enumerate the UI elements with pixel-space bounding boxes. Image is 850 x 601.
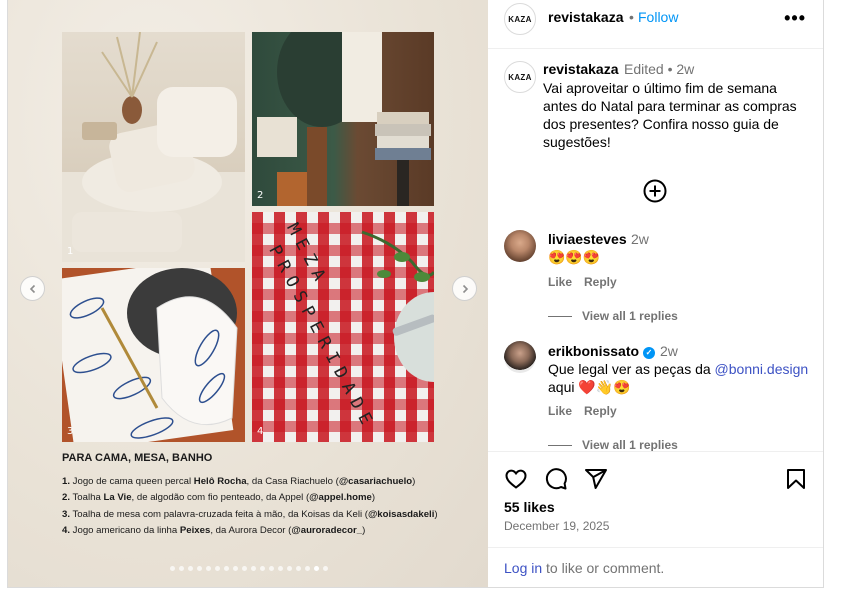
bookmark-icon[interactable]: [784, 467, 808, 491]
carousel-dot: [242, 566, 247, 571]
likes-count[interactable]: 55 likes: [504, 499, 555, 515]
comment-text: Que legal ver as peças da @bonni.design a…: [548, 361, 809, 395]
carousel-dot: [233, 566, 238, 571]
account-avatar[interactable]: KAZA: [504, 3, 536, 35]
caption-item: 2. Toalha La Vie, de algodão com fio pen…: [62, 492, 376, 504]
bedding-illustration: [62, 32, 245, 262]
account-name[interactable]: revistakaza: [548, 9, 624, 25]
post-side-panel: KAZA revistakaza • Follow ••• KAZA revis…: [488, 0, 823, 587]
caption-item: 3. Toalha de mesa com palavra-cruzada fe…: [62, 508, 438, 520]
comment-icon[interactable]: [544, 467, 568, 491]
next-image-button[interactable]: [452, 276, 477, 301]
magazine-caption: PARA CAMA, MESA, BANHO 1. Jogo de cama q…: [62, 452, 472, 539]
photo-placemat: 3: [62, 268, 245, 442]
carousel-dot: [251, 566, 256, 571]
caption-item: 1. Jogo de cama queen percal Helô Rocha,…: [62, 476, 416, 487]
carousel-dot: [278, 566, 283, 571]
comment-time: 2w: [660, 343, 678, 359]
caption-meta: Edited • 2w: [624, 61, 695, 77]
view-replies-button[interactable]: View all 1 replies: [548, 309, 678, 323]
carousel-dot: [314, 566, 319, 571]
post-header: KAZA revistakaza • Follow •••: [488, 0, 823, 49]
carousel-dot: [323, 566, 328, 571]
carousel-dot: [287, 566, 292, 571]
header-separator: •: [629, 9, 634, 25]
post-actions: 55 likes December 19, 2025 Log in to lik…: [488, 451, 823, 587]
caption-avatar[interactable]: KAZA: [504, 61, 536, 93]
chevron-right-icon: [462, 284, 468, 293]
post-date: December 19, 2025: [504, 519, 610, 533]
post-frame: 1 2 3 PROSPERIDADE MEZA 4 PARA CAMA, MES…: [7, 0, 824, 588]
comment-like-button[interactable]: Like: [548, 404, 572, 418]
comment-username[interactable]: liviaesteves: [548, 231, 627, 247]
previous-image-button[interactable]: [20, 276, 45, 301]
more-options-icon[interactable]: •••: [784, 8, 806, 29]
like-heart-icon[interactable]: [504, 467, 528, 491]
caption-username[interactable]: revistakaza: [543, 61, 619, 77]
comment-reply-button[interactable]: Reply: [584, 404, 617, 418]
post-media: 1 2 3 PROSPERIDADE MEZA 4 PARA CAMA, MES…: [8, 0, 488, 587]
share-icon[interactable]: [584, 467, 608, 491]
verified-badge-icon: ✓: [642, 347, 655, 359]
caption-heading: PARA CAMA, MESA, BANHO: [62, 452, 213, 464]
chevron-left-icon: [29, 284, 35, 293]
carousel-dot: [269, 566, 274, 571]
photo-number: 4: [257, 426, 264, 437]
comment-text: 😍😍😍: [548, 249, 601, 265]
comment-time: 2w: [631, 231, 649, 247]
login-prompt: Log in to like or comment.: [488, 547, 823, 587]
caption-item: 4. Jogo americano da linha Peixes, da Au…: [62, 524, 366, 536]
carousel-dot: [188, 566, 193, 571]
view-replies-button[interactable]: View all 1 replies: [548, 438, 678, 451]
tablecloth-illustration: [361, 230, 434, 382]
commenter-avatar[interactable]: [504, 341, 536, 373]
carousel-dot: [224, 566, 229, 571]
comments-section: KAZA revistakaza Edited • 2w Vai aprovei…: [488, 50, 823, 451]
carousel-dot: [296, 566, 301, 571]
comment-like-button[interactable]: Like: [548, 275, 572, 289]
carousel-dots: [8, 566, 488, 571]
photo-towels: 2: [252, 32, 434, 206]
photo-tablecloth: PROSPERIDADE MEZA 4: [252, 212, 434, 442]
carousel-dot: [215, 566, 220, 571]
comment-reply-button[interactable]: Reply: [584, 275, 617, 289]
placemat-illustration: [62, 268, 245, 442]
commenter-avatar[interactable]: [504, 230, 536, 262]
load-more-comments-icon[interactable]: [643, 179, 667, 203]
carousel-dot: [170, 566, 175, 571]
carousel-dot: [305, 566, 310, 571]
carousel-dot: [206, 566, 211, 571]
comment-username[interactable]: erikbonissato ✓: [548, 343, 655, 359]
photo-number: 1: [67, 246, 74, 257]
login-link[interactable]: Log in: [504, 560, 542, 576]
towels-illustration: [257, 32, 431, 206]
carousel-dot: [179, 566, 184, 571]
photo-number: 3: [67, 426, 74, 437]
mention-link[interactable]: @bonni.design: [715, 361, 809, 377]
caption-text: Vai aproveitar o último fim de semana an…: [543, 80, 797, 150]
follow-button[interactable]: Follow: [638, 9, 678, 25]
photo-number: 2: [257, 190, 264, 201]
carousel-dot: [197, 566, 202, 571]
photo-bedding: 1: [62, 32, 245, 262]
carousel-dot: [260, 566, 265, 571]
